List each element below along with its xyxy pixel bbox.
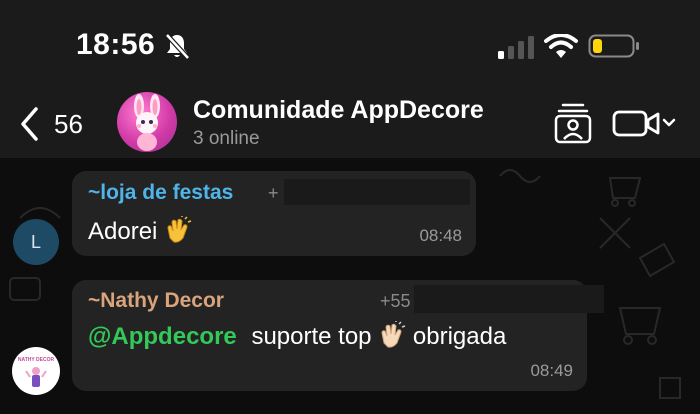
- video-call-icon[interactable]: [612, 108, 678, 138]
- nathy-decor-logo: NATHY DECOR: [13, 348, 59, 394]
- sender-phone: +: [268, 183, 279, 203]
- online-status: 3 online: [193, 128, 260, 149]
- battery-icon: [588, 34, 639, 58]
- message-bubble[interactable]: ~Nathy Decor +55 @Appdecore suporte top …: [72, 280, 604, 391]
- message-time: 08:48: [419, 226, 462, 245]
- group-avatar[interactable]: [117, 92, 177, 152]
- clapping-hands-icon: [381, 321, 406, 348]
- wifi-icon: [544, 34, 578, 58]
- sender-name[interactable]: ~loja de festas: [88, 181, 233, 205]
- unread-count: 56: [54, 108, 83, 139]
- bell-muted-icon: [165, 33, 190, 60]
- cell-signal-icon: [498, 36, 534, 59]
- avatar-letter: L: [30, 231, 41, 252]
- back-chevron-icon: [21, 107, 38, 141]
- message-text: Adorei: [88, 216, 192, 246]
- chevron-down-icon: [662, 118, 676, 127]
- group-name[interactable]: Comunidade AppDecore: [193, 96, 484, 125]
- mention-link[interactable]: @Appdecore: [88, 323, 237, 350]
- redaction-block: [284, 179, 470, 205]
- message-list[interactable]: L ~loja de festas + Adorei 08:48 NATHY D…: [0, 158, 700, 414]
- sender-name[interactable]: ~Nathy Decor: [88, 289, 224, 313]
- sender-avatar[interactable]: L: [13, 219, 59, 265]
- chat-header: 56 Comunidade AppDecore 3 online: [0, 90, 700, 158]
- status-bar: 18:56: [0, 0, 700, 90]
- clapping-hands-icon: [167, 216, 192, 243]
- bunny-icon: [134, 94, 160, 151]
- back-button[interactable]: 56: [18, 104, 98, 144]
- chat-screen: 18:56 56 Comunidade AppDecore 3 online L…: [0, 0, 700, 414]
- svg-text:NATHY DECOR: NATHY DECOR: [18, 357, 55, 363]
- status-time: 18:56: [76, 28, 156, 61]
- message-time: 08:49: [530, 361, 573, 380]
- sender-phone: +55: [380, 291, 411, 311]
- message-bubble[interactable]: ~loja de festas + Adorei 08:48: [72, 171, 476, 256]
- sender-avatar[interactable]: NATHY DECOR: [12, 347, 60, 395]
- message-text: @Appdecore suporte top obrigada: [88, 321, 507, 350]
- contact-card-icon[interactable]: [554, 102, 592, 144]
- redaction-block: [414, 285, 604, 313]
